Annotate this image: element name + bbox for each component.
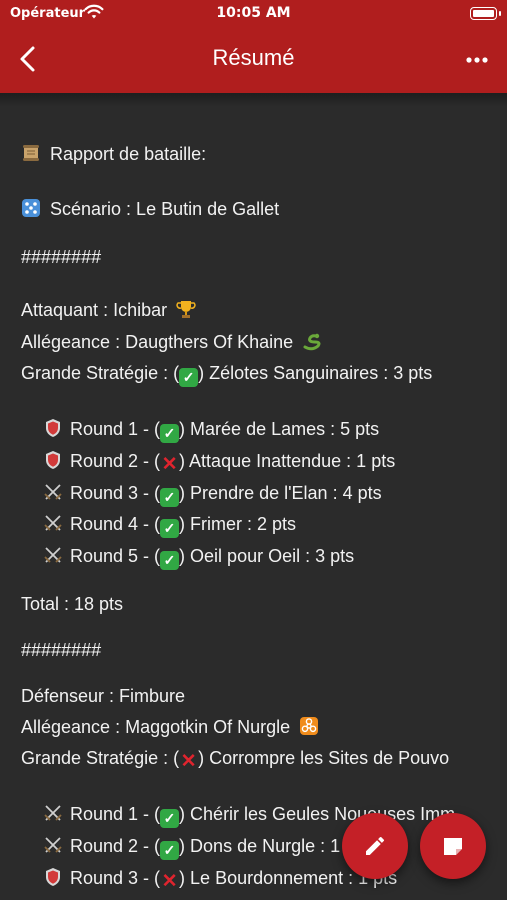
attacker-round: Round 5 - (✓) Oeil pour Oeil : 3 pts xyxy=(44,545,354,570)
page-title: Résumé xyxy=(212,45,295,70)
attacker-round: Round 4 - (✓) Frimer : 2 pts xyxy=(44,513,296,538)
separator: ######## xyxy=(21,247,102,267)
clock: 10:05 AM xyxy=(216,5,291,21)
crossed-swords-icon xyxy=(44,515,62,531)
defender-round: Round 2 - (✓) Dons de Nurgle : 1 pts xyxy=(44,835,369,860)
crossed-swords-icon xyxy=(44,484,62,500)
check-icon: ✓ xyxy=(179,368,199,387)
defender-allegiance: Allégeance : Maggotkin Of Nurgle xyxy=(21,716,323,738)
battery-icon xyxy=(470,7,501,20)
shield-icon xyxy=(46,451,60,469)
pencil-icon xyxy=(366,836,385,855)
check-icon: ✓ xyxy=(160,841,180,860)
check-icon: ✓ xyxy=(160,488,180,507)
separator: ######## xyxy=(21,640,102,660)
trophy-icon xyxy=(176,301,196,318)
shield-icon xyxy=(46,868,60,886)
check-icon: ✓ xyxy=(160,551,180,570)
shield-icon xyxy=(46,419,60,437)
attacker-total: Total : 18 pts xyxy=(21,594,124,614)
attacker-round: Round 2 - (✕) Attaque Inattendue : 1 pts xyxy=(44,450,395,474)
edit-button[interactable] xyxy=(342,813,408,879)
cross-icon: ✕ xyxy=(161,454,178,475)
header-shadow xyxy=(0,93,507,107)
attacker-round: Round 3 - (✓) Prendre de l'Elan : 4 pts xyxy=(44,482,382,507)
more-options-button[interactable] xyxy=(462,50,492,70)
attacker-allegiance: Allégeance : Daugthers Of Khaine xyxy=(21,331,326,353)
save-button[interactable] xyxy=(420,813,486,879)
crossed-swords-icon xyxy=(44,837,62,853)
report-heading: Rapport de bataille: xyxy=(21,143,206,165)
check-icon: ✓ xyxy=(160,424,180,443)
defender-name: Défenseur : Fimbure xyxy=(21,686,186,706)
status-bar: Opérateur 10:05 AM xyxy=(0,0,507,28)
crossed-swords-icon xyxy=(44,547,62,563)
note-icon xyxy=(444,838,462,855)
check-icon: ✓ xyxy=(160,519,180,538)
scroll-icon xyxy=(23,145,39,161)
cross-icon: ✕ xyxy=(180,751,197,772)
check-icon: ✓ xyxy=(160,809,180,828)
attacker-strategy: Grande Stratégie : (✓) Zélotes Sanguinai… xyxy=(21,363,433,387)
attacker-round: Round 1 - (✓) Marée de Lames : 5 pts xyxy=(44,418,379,443)
defender-strategy: Grande Stratégie : (✕) Corrompre les Sit… xyxy=(21,748,450,772)
snake-icon xyxy=(303,333,321,351)
cross-icon: ✕ xyxy=(161,871,178,892)
biohazard-icon xyxy=(300,717,319,735)
report-content: Rapport de bataille: Scénario : Le Butin… xyxy=(0,93,507,900)
crossed-swords-icon xyxy=(44,805,62,821)
dice-icon xyxy=(22,199,40,217)
defender-round: Round 3 - (✕) Le Bourdonnement : 1 pts xyxy=(44,867,397,891)
scenario-line: Scénario : Le Butin de Gallet xyxy=(21,198,279,220)
nav-bar: Opérateur 10:05 AM Résumé xyxy=(0,0,507,93)
attacker-name: Attaquant : Ichibar xyxy=(21,299,200,321)
